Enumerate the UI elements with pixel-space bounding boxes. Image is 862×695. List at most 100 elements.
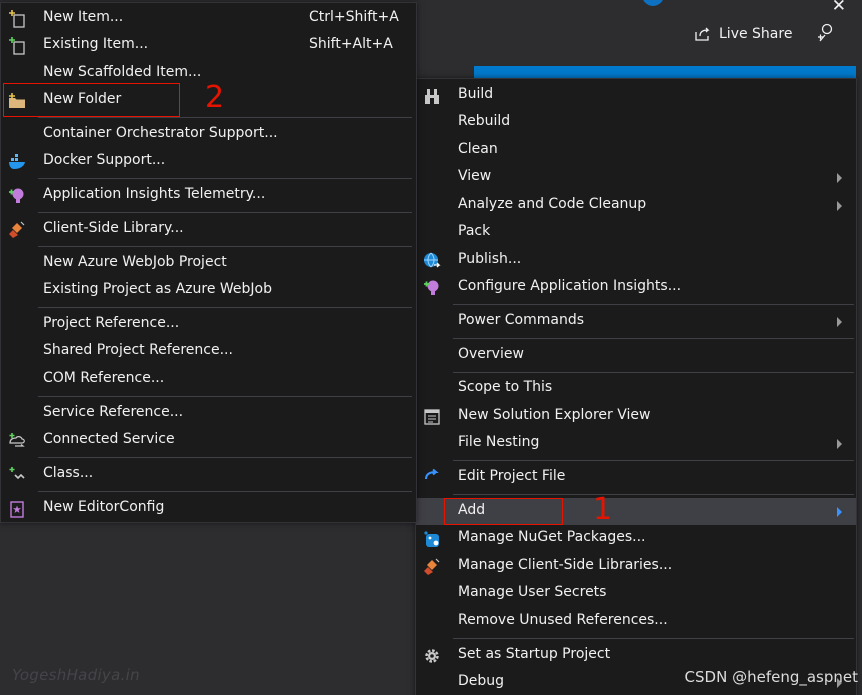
menu-item-label: New Item... — [43, 9, 124, 25]
menu-separator — [453, 638, 854, 639]
menu-item-app-insights-telemetry[interactable]: Application Insights Telemetry... — [1, 182, 416, 209]
menu-item-shared-project-reference[interactable]: Shared Project Reference... — [1, 338, 416, 365]
menu-item-label: New EditorConfig — [43, 499, 165, 515]
menu-item-configure-insights[interactable]: Configure Application Insights... — [416, 274, 856, 301]
menu-item-analyze[interactable]: Analyze and Code Cleanup — [416, 192, 856, 219]
gear-icon — [425, 649, 439, 663]
menu-item-build[interactable]: Build — [416, 82, 856, 109]
account-badge-icon[interactable] — [642, 0, 664, 6]
menu-item-clean[interactable]: Clean — [416, 137, 856, 164]
menu-item-manage-user-secrets[interactable]: Manage User Secrets — [416, 580, 856, 607]
menu-item-label: Connected Service — [43, 431, 175, 447]
menu-item-client-side-library[interactable]: Client-Side Library... — [1, 216, 416, 243]
menu-item-new-editorconfig[interactable]: New EditorConfig — [1, 495, 416, 522]
menu-item-label: Project Reference... — [43, 315, 180, 331]
menu-item-label: New Azure WebJob Project — [43, 254, 227, 270]
menu-item-label: Application Insights Telemetry... — [43, 186, 266, 202]
annotation-step-1: 1 — [593, 492, 613, 527]
app-insights-icon — [9, 188, 24, 203]
menu-item-scope-to-this[interactable]: Scope to This — [416, 375, 856, 402]
menu-item-view[interactable]: View — [416, 164, 856, 191]
live-share-button[interactable]: Live Share — [694, 22, 792, 46]
publish-globe-icon — [424, 252, 441, 268]
menu-separator — [38, 396, 412, 397]
share-icon — [695, 27, 710, 41]
app-insights-icon — [424, 280, 439, 295]
menu-item-label: Rebuild — [458, 113, 511, 129]
menu-item-pack[interactable]: Pack — [416, 219, 856, 246]
menu-item-docker-support[interactable]: Docker Support... — [1, 148, 416, 175]
menu-item-rebuild[interactable]: Rebuild — [416, 109, 856, 136]
menu-separator — [453, 304, 854, 305]
menu-separator — [38, 491, 412, 492]
menu-item-manage-client-libs[interactable]: Manage Client-Side Libraries... — [416, 553, 856, 580]
annotation-step-2: 2 — [205, 80, 225, 115]
menu-separator — [38, 178, 412, 179]
menu-item-label: COM Reference... — [43, 370, 165, 386]
library-icon — [424, 558, 440, 575]
class-icon — [9, 467, 25, 480]
build-icon — [425, 89, 439, 104]
menu-item-label: Build — [458, 86, 494, 102]
menu-item-file-nesting[interactable]: File Nesting — [416, 430, 856, 457]
highlight-box-new-folder — [3, 83, 180, 117]
menu-item-label: New Scaffolded Item... — [43, 64, 202, 80]
menu-item-publish[interactable]: Publish... — [416, 247, 856, 274]
docker-icon — [9, 154, 25, 169]
connected-service-icon — [9, 433, 25, 447]
menu-item-label: New Solution Explorer View — [458, 407, 651, 423]
menu-separator — [38, 117, 412, 118]
menu-item-label: Debug — [458, 673, 505, 689]
menu-item-new-item[interactable]: New Item... Ctrl+Shift+A — [1, 5, 416, 32]
menu-item-connected-service[interactable]: Connected Service — [1, 427, 416, 454]
menu-item-label: Manage Client-Side Libraries... — [458, 557, 673, 573]
submenu-arrow-icon — [837, 201, 842, 211]
menu-item-manage-nuget[interactable]: Manage NuGet Packages... — [416, 525, 856, 552]
menu-item-new-se-view[interactable]: New Solution Explorer View — [416, 403, 856, 430]
menu-item-label: Client-Side Library... — [43, 220, 184, 236]
menu-item-label: Class... — [43, 465, 94, 481]
menu-separator — [453, 372, 854, 373]
menu-item-label: View — [458, 168, 492, 184]
menu-item-project-reference[interactable]: Project Reference... — [1, 311, 416, 338]
menu-separator — [453, 460, 854, 461]
menu-item-label: Set as Startup Project — [458, 646, 611, 662]
menu-item-label: Scope to This — [458, 379, 553, 395]
menu-separator — [453, 338, 854, 339]
menu-separator — [38, 457, 412, 458]
menu-item-label: Clean — [458, 141, 498, 157]
menu-item-existing-item[interactable]: Existing Item... Shift+Alt+A — [1, 32, 416, 59]
menu-item-edit-project-file[interactable]: Edit Project File — [416, 464, 856, 491]
menu-item-container-orchestrator[interactable]: Container Orchestrator Support... — [1, 121, 416, 148]
menu-item-remove-unused-refs[interactable]: Remove Unused References... — [416, 608, 856, 635]
edit-project-icon — [425, 468, 439, 480]
menu-item-label: Existing Project as Azure WebJob — [43, 281, 272, 297]
menu-item-label: File Nesting — [458, 434, 540, 450]
live-share-label: Live Share — [719, 26, 793, 42]
menu-item-label: Pack — [458, 223, 491, 239]
menu-item-set-startup[interactable]: Set as Startup Project — [416, 642, 856, 669]
menu-item-label: Shared Project Reference... — [43, 342, 233, 358]
submenu-arrow-icon — [837, 507, 842, 517]
menu-item-label: Manage User Secrets — [458, 584, 607, 600]
menu-item-power-commands[interactable]: Power Commands — [416, 308, 856, 335]
menu-item-overview[interactable]: Overview — [416, 342, 856, 369]
menu-item-label: Configure Application Insights... — [458, 278, 682, 294]
library-icon — [9, 221, 25, 238]
watermark-left: YogeshHadiya.in — [12, 666, 140, 684]
menu-item-com-reference[interactable]: COM Reference... — [1, 366, 416, 393]
menu-item-new-azure-webjob[interactable]: New Azure WebJob Project — [1, 250, 416, 277]
menu-separator — [38, 212, 412, 213]
menu-item-label: Docker Support... — [43, 152, 166, 168]
menu-item-class[interactable]: Class... — [1, 461, 416, 488]
nuget-icon — [424, 531, 439, 547]
person-feedback-icon[interactable] — [816, 22, 836, 44]
new-item-icon — [9, 10, 25, 28]
close-icon[interactable]: ✕ — [832, 0, 846, 16]
menu-item-existing-azure-webjob[interactable]: Existing Project as Azure WebJob — [1, 277, 416, 304]
submenu-arrow-icon — [837, 317, 842, 327]
menu-separator — [38, 246, 412, 247]
existing-item-icon — [9, 37, 25, 55]
shortcut-text: Ctrl+Shift+A — [309, 9, 399, 25]
menu-item-service-reference[interactable]: Service Reference... — [1, 400, 416, 427]
